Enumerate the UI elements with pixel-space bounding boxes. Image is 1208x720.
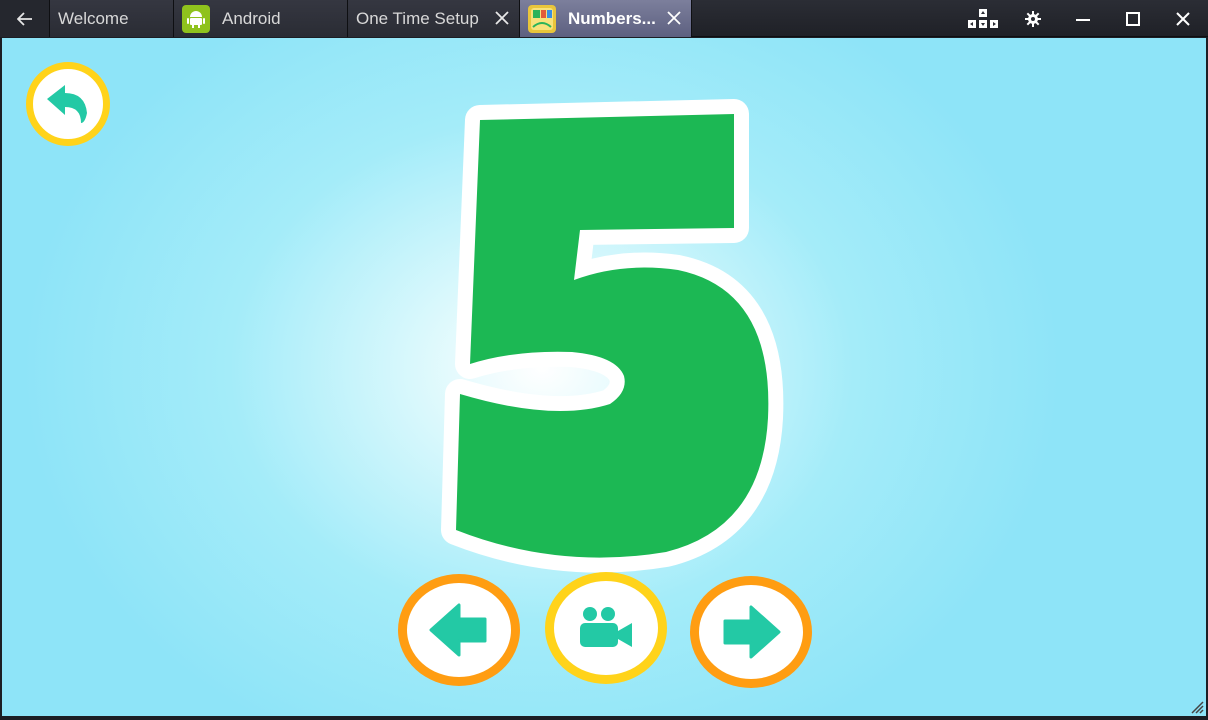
- close-icon: [667, 11, 681, 25]
- close-window-button[interactable]: [1158, 0, 1208, 37]
- back-arrow-icon: [47, 85, 87, 123]
- previous-number-button[interactable]: [398, 574, 520, 686]
- resize-grip-icon[interactable]: [1188, 698, 1204, 714]
- gear-icon: [1025, 10, 1041, 27]
- next-number-button[interactable]: [690, 576, 812, 688]
- minimize-button[interactable]: [1058, 0, 1108, 37]
- previous-arrow-icon: [429, 603, 487, 657]
- maximize-button[interactable]: [1108, 0, 1158, 37]
- tab-welcome[interactable]: Welcome: [50, 0, 174, 37]
- app-canvas: 5: [0, 38, 1208, 720]
- tab-label: One Time Setup: [356, 8, 479, 28]
- keyboard-controls-icon: [968, 8, 998, 28]
- window-controls: [958, 0, 1208, 37]
- number-five-graphic: [441, 99, 784, 573]
- number-display[interactable]: 5: [422, 58, 792, 578]
- tab-numbers[interactable]: Numbers...: [520, 0, 692, 37]
- tab-close-button[interactable]: [665, 9, 683, 27]
- back-button[interactable]: [26, 62, 110, 146]
- numbers-app-icon: [528, 4, 556, 33]
- video-camera-icon: [580, 607, 632, 647]
- tab-android[interactable]: Android: [174, 0, 348, 37]
- back-arrow-icon: [16, 11, 32, 26]
- tab-close-button[interactable]: [493, 9, 511, 27]
- tab-label: Numbers...: [568, 8, 656, 28]
- title-bar: Welcome Android One Time Setup Numbers..…: [0, 0, 1208, 37]
- tab-label: Android: [222, 8, 281, 28]
- video-button[interactable]: [545, 572, 667, 684]
- maximize-icon: [1126, 11, 1140, 26]
- close-icon: [495, 11, 509, 25]
- tab-label: Welcome: [58, 8, 129, 28]
- keyboard-controls-button[interactable]: [958, 0, 1008, 37]
- minimize-icon: [1076, 18, 1090, 21]
- next-arrow-icon: [723, 605, 781, 659]
- close-icon: [1176, 11, 1190, 26]
- settings-button[interactable]: [1008, 0, 1058, 37]
- nav-back-button[interactable]: [0, 0, 50, 37]
- tab-one-time-setup[interactable]: One Time Setup: [348, 0, 520, 37]
- android-icon: [182, 4, 210, 33]
